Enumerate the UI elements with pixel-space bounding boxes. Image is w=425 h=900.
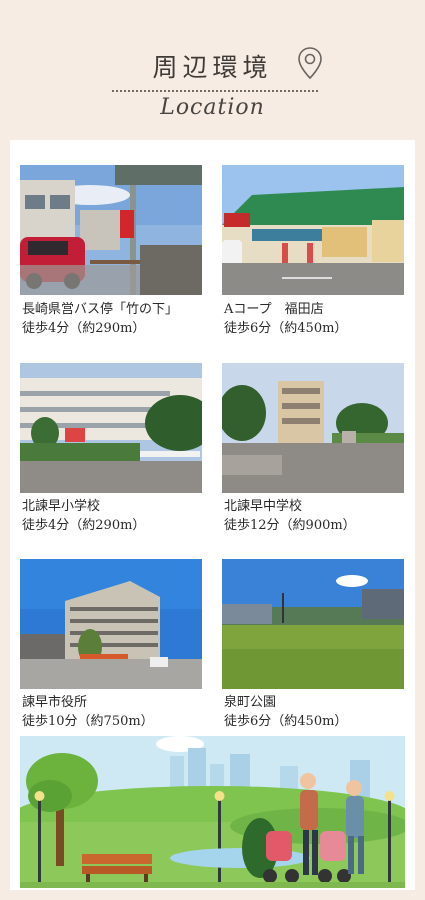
location-pin-icon xyxy=(298,47,322,80)
place-walk-time: 徒歩12分（約900m） xyxy=(224,518,356,533)
place-walk-time: 徒歩4分（約290m） xyxy=(22,321,146,336)
place-walk-time: 徒歩6分（約450m） xyxy=(224,714,348,729)
place-name: 諫早市役所 xyxy=(22,695,88,710)
supermarket-photo xyxy=(222,165,404,295)
place-name: Aコープ 福田店 xyxy=(224,302,324,317)
place-name: 北諫早小学校 xyxy=(22,499,101,514)
place-walk-time: 徒歩4分（約290m） xyxy=(22,518,146,533)
junior-high-school-photo xyxy=(222,363,404,493)
page-subtitle: Location xyxy=(160,95,265,120)
city-hall-photo xyxy=(20,559,202,689)
bus-stop-photo xyxy=(20,165,202,295)
place-name: 泉町公園 xyxy=(224,695,277,710)
page-header: 周辺環境 Location xyxy=(0,0,425,140)
place-name: 長崎県営バス停「竹の下」 xyxy=(22,302,179,317)
title-row: 周辺環境 xyxy=(0,48,425,84)
place-name: 北諫早中学校 xyxy=(224,499,303,514)
place-walk-time: 徒歩10分（約750m） xyxy=(22,714,154,729)
page-title: 周辺環境 xyxy=(152,53,273,82)
place-walk-time: 徒歩6分（約450m） xyxy=(224,321,348,336)
elementary-school-photo xyxy=(20,363,202,493)
dotted-divider xyxy=(112,90,318,92)
park-photo xyxy=(222,559,404,689)
park-family-illustration xyxy=(20,736,405,888)
